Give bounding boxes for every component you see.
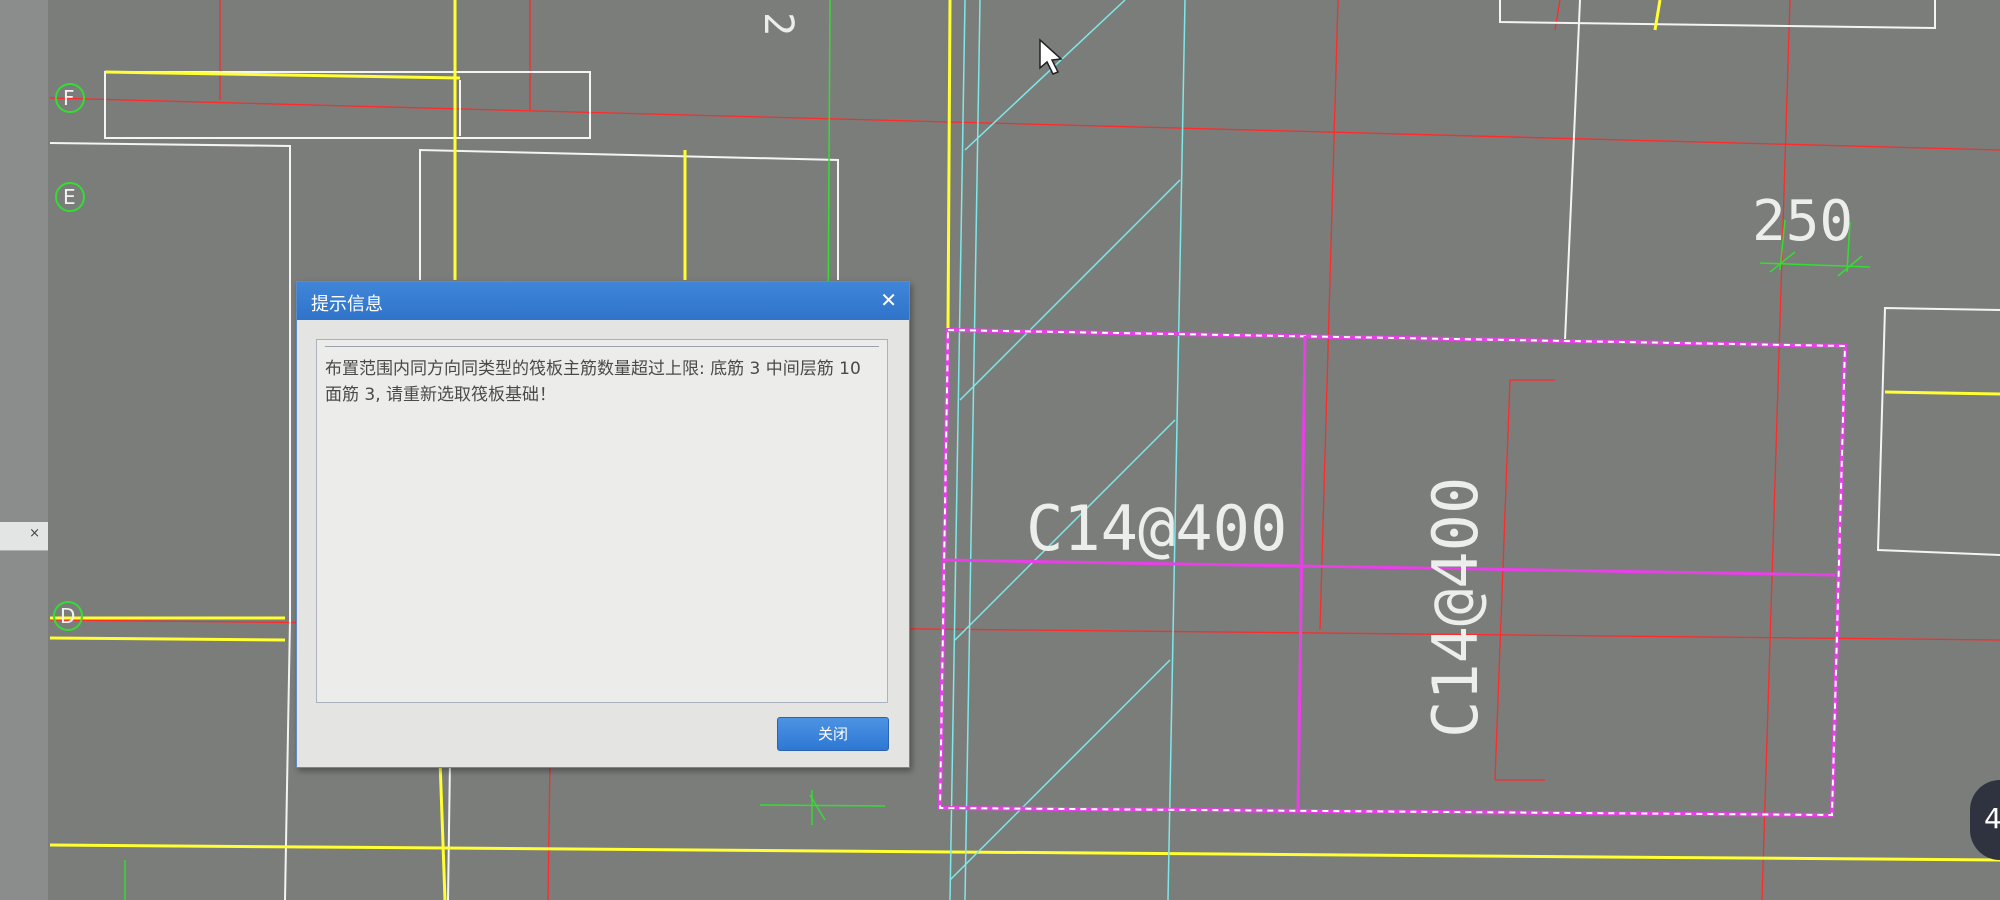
left-side-strip: × [0, 0, 48, 900]
rebar-label-horizontal: C14@400 [1026, 492, 1287, 565]
axis-number-top: 2 [755, 12, 801, 36]
corner-badge-number: 4 [1984, 802, 2000, 835]
raft-slab-outline [937, 327, 1848, 818]
svg-text:D: D [60, 604, 75, 628]
svg-text:E: E [63, 185, 76, 209]
dialog-title: 提示信息 [311, 294, 383, 315]
message-box-divider [325, 346, 879, 347]
message-textbox[interactable]: 布置范围内同方向同类型的筏板主筋数量超过上限: 底筋 3 中间层筋 10 面筋 … [316, 339, 888, 703]
dimension-label: 250 [1752, 189, 1853, 254]
close-button[interactable]: 关闭 [777, 717, 889, 751]
axis-marker-d: D [53, 601, 83, 631]
cyan-lines [949, 0, 1186, 900]
collapsed-side-panel[interactable]: × [0, 522, 48, 551]
dialog-titlebar[interactable]: 提示信息 ✕ [297, 282, 909, 320]
dialog-close-icon[interactable]: ✕ [880, 288, 897, 312]
message-dialog: 提示信息 ✕ 布置范围内同方向同类型的筏板主筋数量超过上限: 底筋 3 中间层筋… [296, 281, 910, 768]
side-panel-close-icon[interactable]: × [29, 526, 40, 541]
mouse-cursor-icon [1039, 38, 1063, 75]
dialog-message: 布置范围内同方向同类型的筏板主筋数量超过上限: 底筋 3 中间层筋 10 面筋 … [325, 359, 861, 405]
axis-marker-e: E [55, 182, 85, 212]
svg-text:F: F [63, 86, 75, 110]
rebar-label-vertical: C14@400 [1419, 477, 1492, 738]
